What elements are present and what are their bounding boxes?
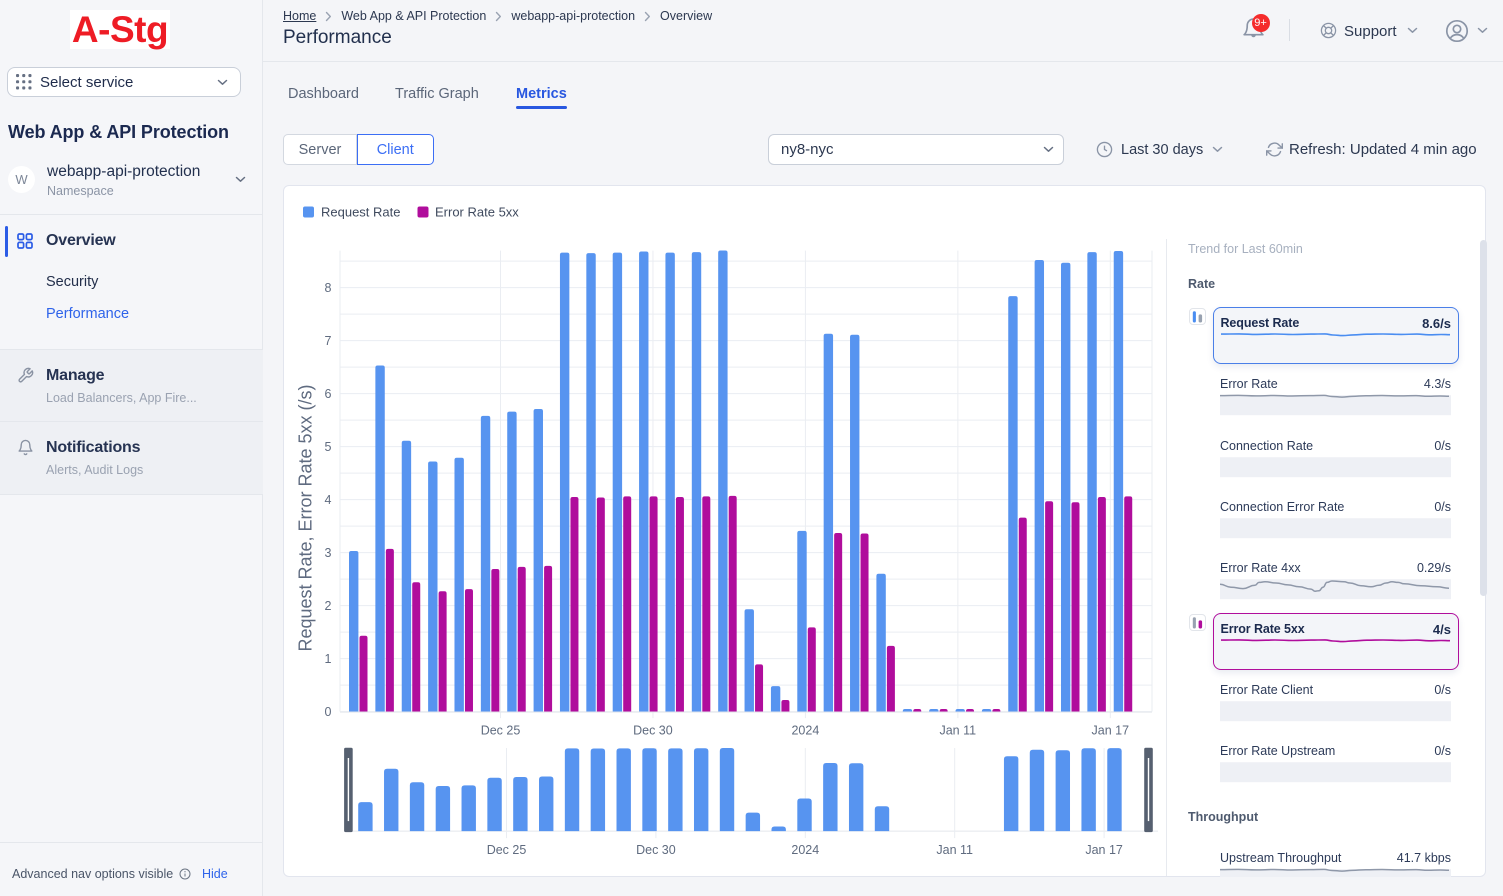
svg-text:Dec 30: Dec 30 bbox=[633, 724, 673, 738]
svg-text:Dec 25: Dec 25 bbox=[481, 724, 521, 738]
svg-text:1: 1 bbox=[325, 652, 332, 666]
svg-text:2: 2 bbox=[325, 599, 332, 613]
svg-text:Jan 17: Jan 17 bbox=[1085, 843, 1123, 857]
svg-text:Dec 25: Dec 25 bbox=[487, 843, 527, 857]
svg-text:2024: 2024 bbox=[791, 724, 819, 738]
svg-text:5: 5 bbox=[325, 440, 332, 454]
svg-text:3: 3 bbox=[325, 546, 332, 560]
svg-text:2024: 2024 bbox=[791, 843, 819, 857]
svg-text:Error Rate 5xx: Error Rate 5xx bbox=[435, 205, 519, 220]
svg-text:Jan 17: Jan 17 bbox=[1092, 724, 1130, 738]
svg-text:Jan 11: Jan 11 bbox=[936, 843, 973, 857]
svg-text:4: 4 bbox=[325, 493, 332, 507]
svg-text:6: 6 bbox=[325, 387, 332, 401]
svg-text:Request Rate: Request Rate bbox=[321, 205, 401, 220]
svg-text:Jan 11: Jan 11 bbox=[939, 724, 976, 738]
svg-text:Request Rate, Error Rate 5xx (: Request Rate, Error Rate 5xx (/s) bbox=[296, 384, 316, 651]
svg-text:7: 7 bbox=[325, 334, 332, 348]
svg-text:Dec 30: Dec 30 bbox=[636, 843, 676, 857]
svg-text:8: 8 bbox=[325, 281, 332, 295]
svg-text:0: 0 bbox=[325, 705, 332, 719]
